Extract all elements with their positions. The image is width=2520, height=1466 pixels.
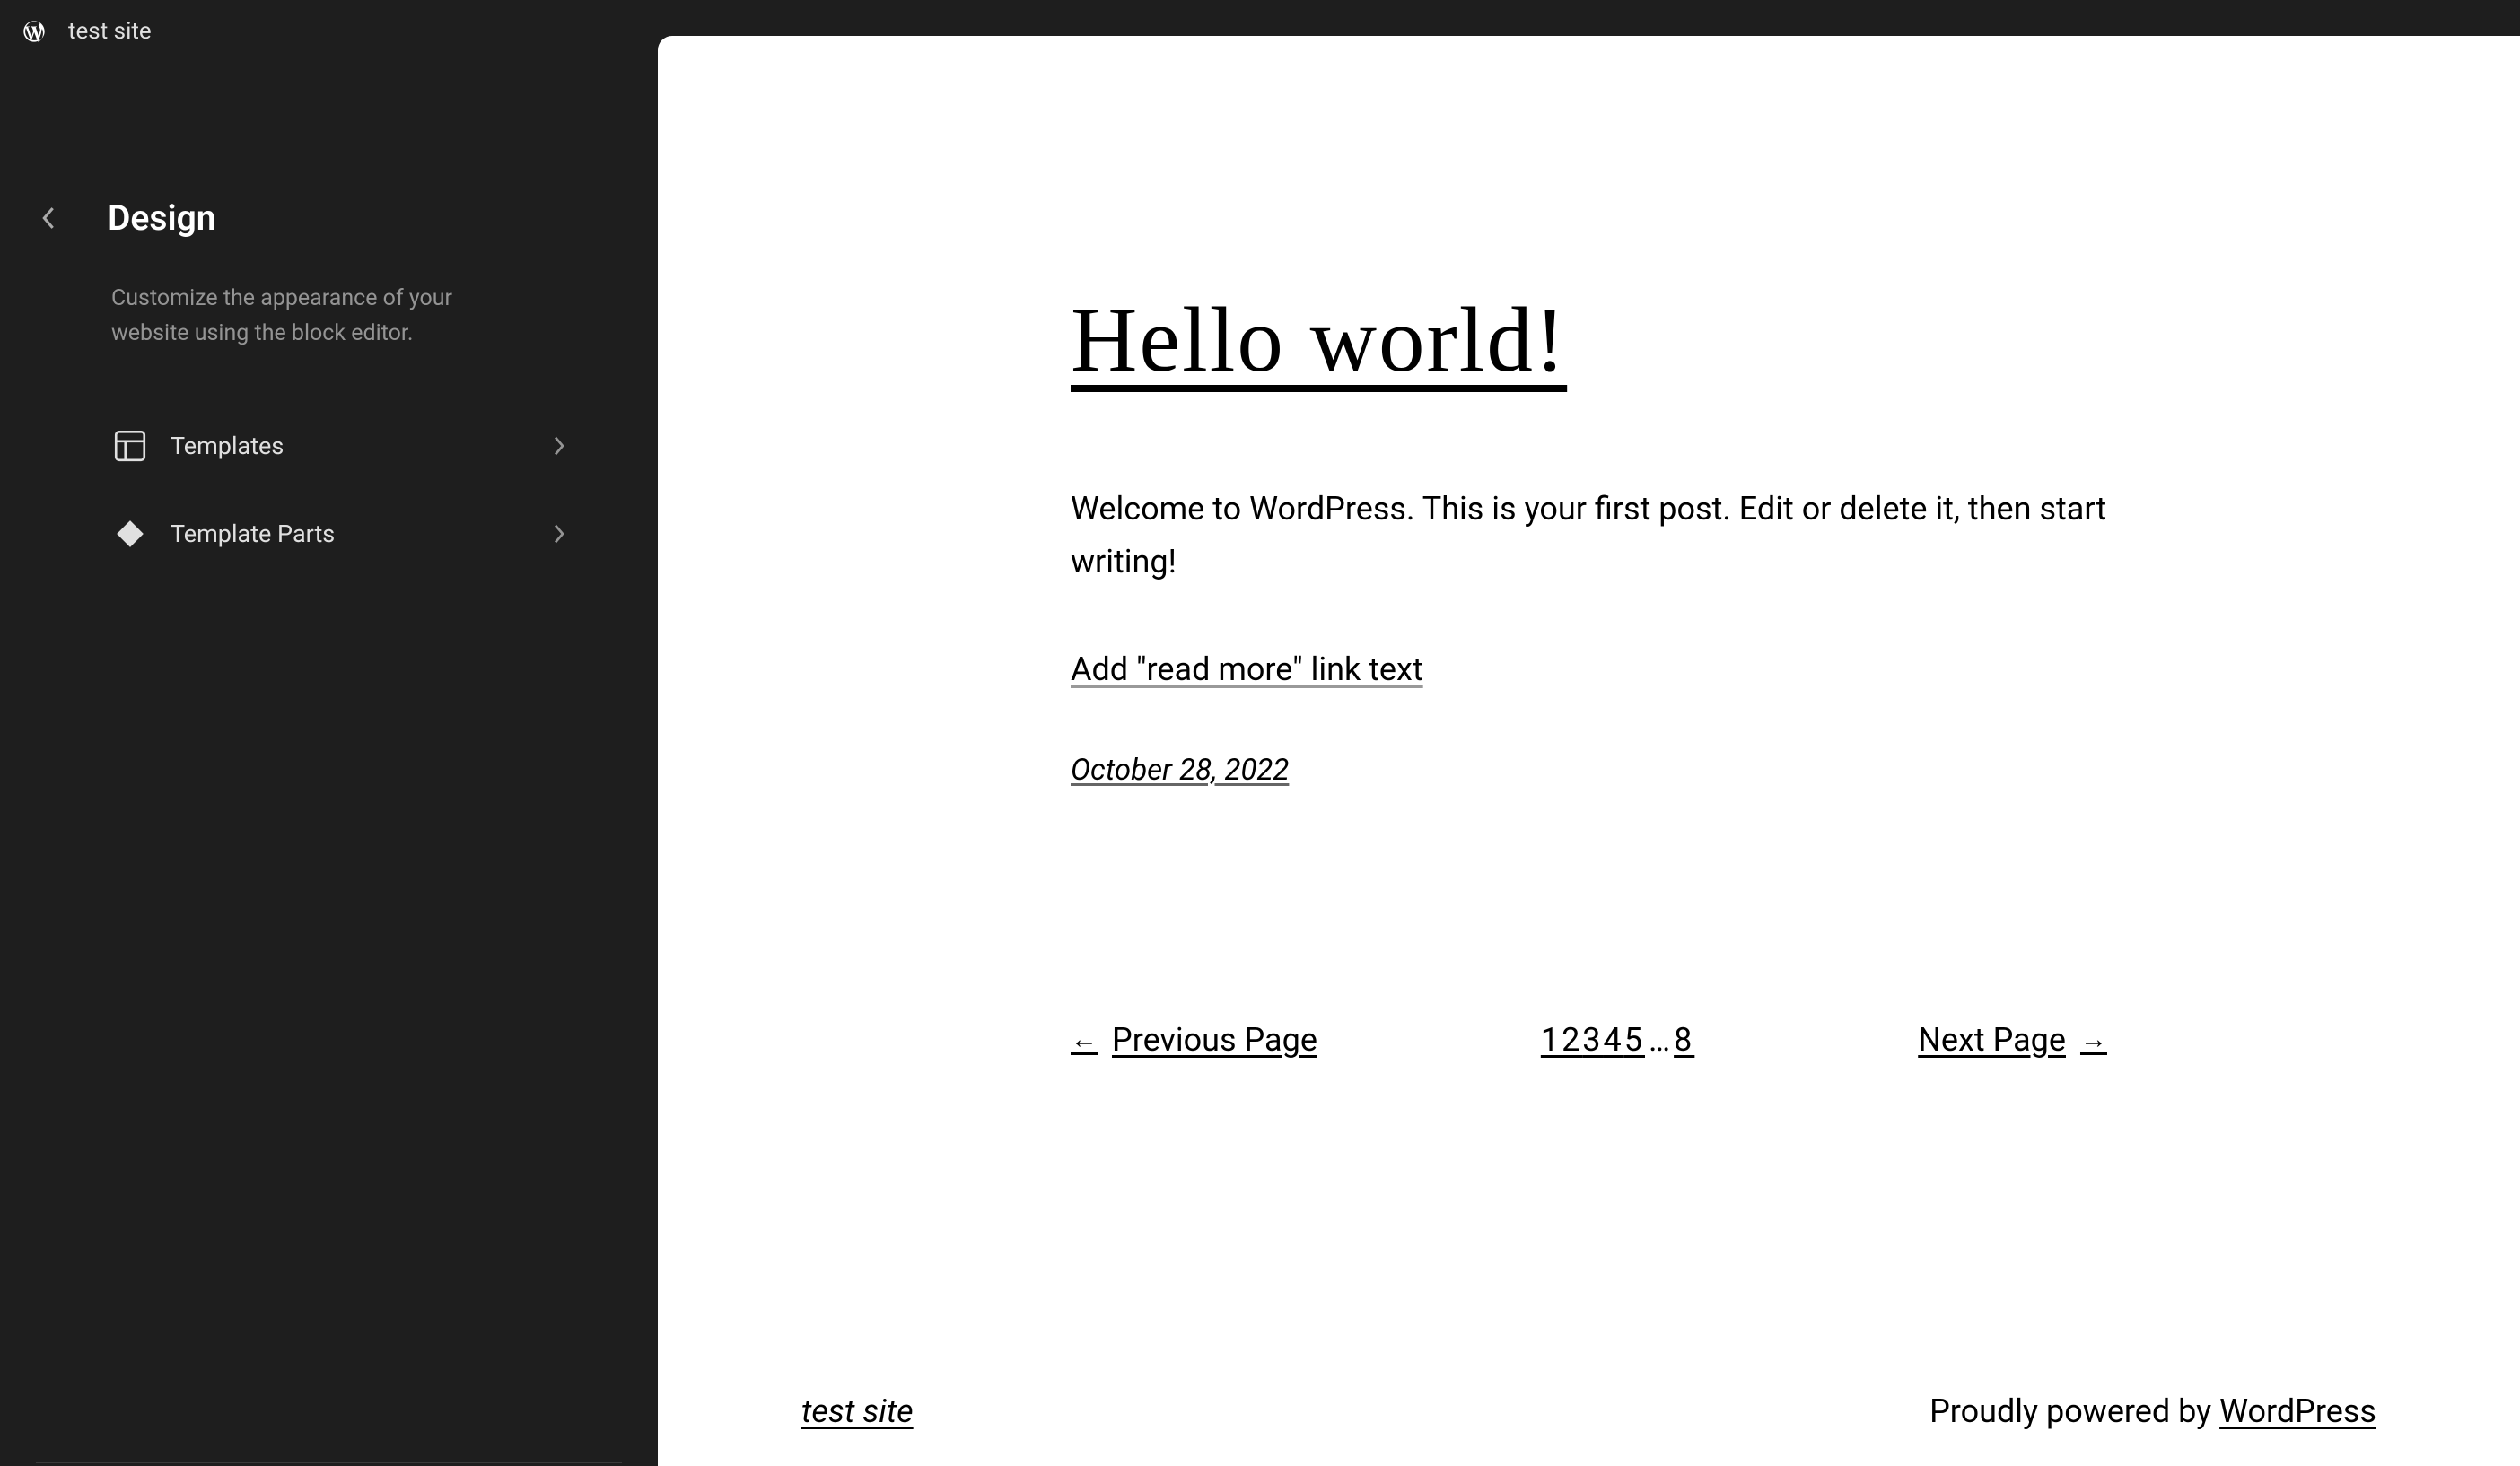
wordpress-link[interactable]: WordPress <box>2219 1392 2376 1430</box>
page-number[interactable]: 5 <box>1624 1021 1645 1059</box>
credit-prefix: Proudly powered by <box>1929 1392 2219 1430</box>
page-ellipsis: … <box>1649 1021 1670 1059</box>
preview-panel[interactable]: Hello world! Welcome to WordPress. This … <box>658 36 2520 1466</box>
footer-credit: Proudly powered by WordPress <box>1929 1392 2376 1430</box>
sidebar-content: Design Customize the appearance of your … <box>0 63 658 563</box>
page-number[interactable]: 2 <box>1562 1021 1582 1059</box>
back-chevron-icon[interactable] <box>39 209 57 227</box>
sidebar-nav-header: Design <box>36 197 622 239</box>
chevron-right-icon <box>550 437 568 455</box>
nav-item-label: Template Parts <box>171 519 529 548</box>
read-more-link[interactable]: Add "read more" link text <box>1071 650 1423 688</box>
section-description: Customize the appearance of your website… <box>111 282 497 352</box>
post-date[interactable]: October 28, 2022 <box>1071 753 1289 788</box>
arrow-left-icon: ← <box>1071 1024 1098 1055</box>
pagination-prev[interactable]: ← Previous Page <box>1071 1021 1317 1059</box>
sidebar-header: test site <box>0 0 658 63</box>
pagination-next[interactable]: Next Page → <box>1918 1021 2107 1059</box>
pagination-numbers: 1 2 3 4 5 … 8 <box>1541 1021 1695 1059</box>
nav-item-label: Templates <box>171 432 529 460</box>
chevron-right-icon <box>550 525 568 543</box>
section-title: Design <box>108 197 216 239</box>
preview-footer: test site Proudly powered by WordPress <box>801 1357 2376 1466</box>
next-label: Next Page <box>1918 1021 2066 1059</box>
page-number[interactable]: 8 <box>1674 1021 1694 1059</box>
post-title[interactable]: Hello world! <box>1071 287 2107 393</box>
page-number[interactable]: 3 <box>1582 1021 1603 1059</box>
nav-item-template-parts[interactable]: Template Parts <box>111 504 622 563</box>
page-number[interactable]: 1 <box>1541 1021 1562 1059</box>
sidebar-footer-divider <box>36 1462 622 1466</box>
page-number[interactable]: 4 <box>1604 1021 1624 1059</box>
diamond-icon <box>111 515 149 553</box>
pagination: ← Previous Page 1 2 3 4 5 … 8 Next Page … <box>1071 1021 2107 1059</box>
layout-icon <box>111 427 149 465</box>
nav-items: Templates Template Parts <box>111 416 622 563</box>
nav-item-templates[interactable]: Templates <box>111 416 622 476</box>
post-content: Welcome to WordPress. This is your first… <box>1071 483 2107 589</box>
wordpress-logo-icon[interactable] <box>22 19 47 44</box>
site-name[interactable]: test site <box>68 18 152 45</box>
sidebar: test site Design Customize the appearanc… <box>0 0 658 1466</box>
footer-site-name[interactable]: test site <box>801 1392 914 1430</box>
arrow-right-icon: → <box>2080 1024 2107 1055</box>
prev-label: Previous Page <box>1112 1021 1317 1059</box>
